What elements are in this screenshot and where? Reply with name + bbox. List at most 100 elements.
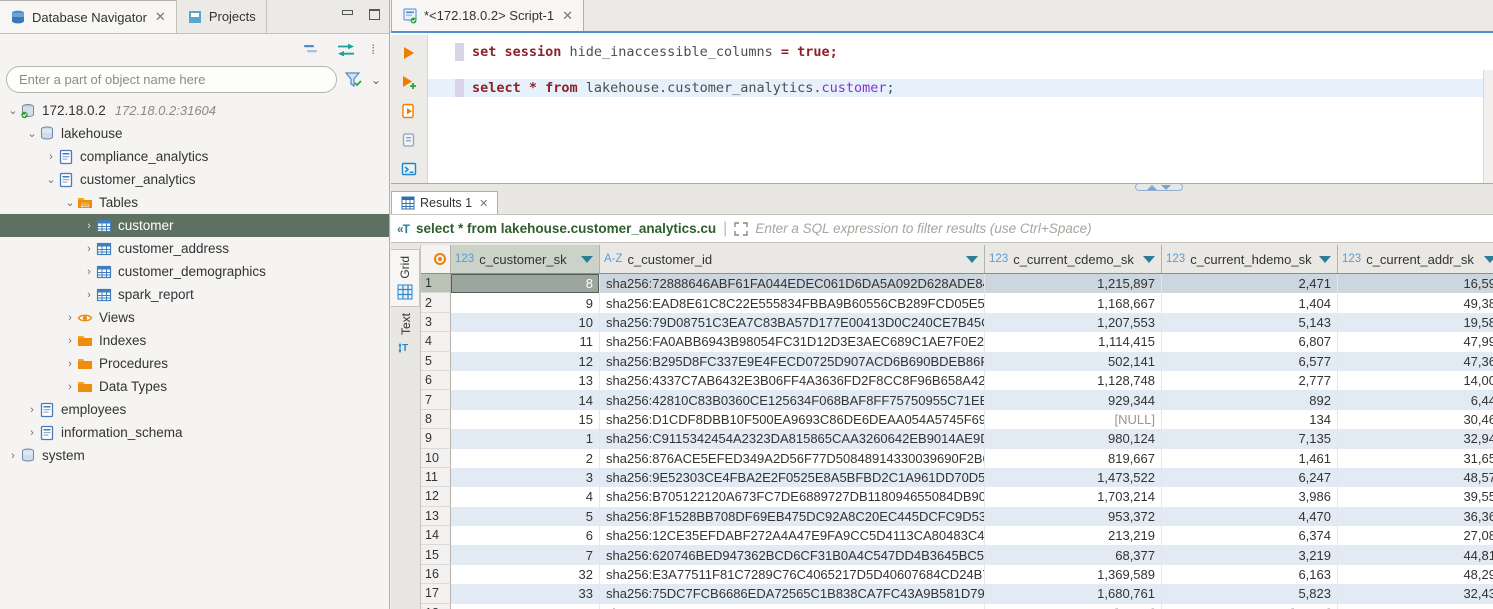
- cell-c_current_addr_sk[interactable]: 48,29: [1338, 565, 1493, 584]
- results-filter-bar[interactable]: «T select * from lakehouse.customer_anal…: [391, 214, 1493, 243]
- row-number[interactable]: 17: [421, 584, 451, 603]
- table-row[interactable]: 815sha256:D1CDF8DBB10F500EA9693C86DE6DEA…: [421, 410, 1493, 429]
- table-row[interactable]: 102sha256:876ACE5EFED349A2D56F77D5084891…: [421, 449, 1493, 468]
- cell-c_customer_sk[interactable]: 9: [451, 293, 600, 312]
- row-number[interactable]: 4: [421, 332, 451, 351]
- tree-item-employees[interactable]: ›employees: [0, 398, 389, 421]
- cell-c_current_addr_sk[interactable]: 44,81: [1338, 545, 1493, 564]
- tree-item-system[interactable]: ›system: [0, 444, 389, 467]
- row-number[interactable]: 6: [421, 371, 451, 390]
- table-row[interactable]: 613sha256:4337C7AB6432E3B06FF4A3636FD2F8…: [421, 371, 1493, 390]
- tree-item-compliance-analytics[interactable]: ›compliance_analytics: [0, 145, 389, 168]
- cell-c_current_addr_sk[interactable]: 48,57: [1338, 468, 1493, 487]
- cell-c_current_cdemo_sk[interactable]: 1,128,748: [985, 371, 1162, 390]
- cell-c_customer_sk[interactable]: 8: [451, 274, 600, 293]
- tab-grid-view[interactable]: Grid: [391, 249, 420, 307]
- column-header-c_current_addr_sk[interactable]: 123c_current_addr_sk: [1338, 245, 1493, 273]
- chevron-right-icon[interactable]: ›: [6, 450, 20, 462]
- cell-c_customer_id[interactable]: sha256:B295D8FC337E9E4FECD0725D907ACD6B6…: [600, 352, 985, 371]
- chevron-right-icon[interactable]: ›: [63, 312, 77, 324]
- close-icon[interactable]: ✕: [562, 8, 573, 24]
- row-number[interactable]: 1: [421, 274, 451, 293]
- cell-c_current_cdemo_sk[interactable]: 502,141: [985, 352, 1162, 371]
- cell-c_customer_sk[interactable]: 4: [451, 487, 600, 506]
- cell-c_current_cdemo_sk[interactable]: 1,473,522: [985, 468, 1162, 487]
- cell-c_current_addr_sk[interactable]: 47,99: [1338, 332, 1493, 351]
- cell-c_current_cdemo_sk[interactable]: 980,124: [985, 429, 1162, 448]
- tree-item-spark-report[interactable]: ›spark_report: [0, 283, 389, 306]
- cell-c_customer_sk[interactable]: 11: [451, 332, 600, 351]
- chevron-down-icon[interactable]: ⌄: [25, 127, 39, 140]
- cell-c_current_hdemo_sk[interactable]: 6,577: [1162, 352, 1338, 371]
- tree-item-customer-demographics[interactable]: ›customer_demographics: [0, 260, 389, 283]
- row-number[interactable]: 8: [421, 410, 451, 429]
- table-row[interactable]: 512sha256:B295D8FC337E9E4FECD0725D907ACD…: [421, 352, 1493, 371]
- collapse-all-icon[interactable]: [303, 42, 321, 56]
- cell-c_current_cdemo_sk[interactable]: 1,168,667: [985, 293, 1162, 312]
- sql-console-icon[interactable]: [401, 161, 417, 177]
- tree-item-customer[interactable]: ›customer: [0, 214, 389, 237]
- cell-c_customer_sk[interactable]: 6: [451, 526, 600, 545]
- maximize-icon[interactable]: [368, 8, 381, 21]
- cell-c_current_addr_sk[interactable]: 19,58: [1338, 313, 1493, 332]
- cell-c_current_cdemo_sk[interactable]: 68,377: [985, 545, 1162, 564]
- cell-c_current_hdemo_sk[interactable]: 2,777: [1162, 371, 1338, 390]
- cell-c_current_hdemo_sk[interactable]: 1,404: [1162, 293, 1338, 312]
- execute-script-icon[interactable]: [401, 103, 417, 119]
- cell-c_customer_id[interactable]: sha256:D1CDF8DBB10F500EA9693C86DE6DEAA05…: [600, 410, 985, 429]
- cell-c_current_addr_sk[interactable]: 30,46: [1338, 410, 1493, 429]
- link-with-editor-icon[interactable]: [337, 42, 355, 56]
- tree-item-indexes[interactable]: ›Indexes: [0, 329, 389, 352]
- row-number[interactable]: 15: [421, 545, 451, 564]
- column-filter-arrow-icon[interactable]: [1143, 256, 1155, 263]
- cell-c_customer_id[interactable]: sha256:72888646ABF61FA044EDEC061D6DA5A09…: [600, 274, 985, 293]
- tree-item-lakehouse[interactable]: ⌄lakehouse: [0, 122, 389, 145]
- explain-plan-icon[interactable]: [401, 132, 417, 148]
- cell-c_customer_id[interactable]: sha256:620746BED947362BCD6CF31B0A4C547DD…: [600, 545, 985, 564]
- column-filter-arrow-icon[interactable]: [581, 256, 593, 263]
- cell-c_current_cdemo_sk[interactable]: 1,680,761: [985, 584, 1162, 603]
- cell-c_customer_id[interactable]: sha256:4337C7AB6432E3B06FF4A3636FD2F8CC8…: [600, 371, 985, 390]
- splitter-collapse-control[interactable]: [1135, 183, 1183, 191]
- column-header-c_customer_id[interactable]: A-Zc_customer_id: [600, 245, 985, 273]
- result-grid[interactable]: 123c_customer_skA-Zc_customer_id123c_cur…: [421, 245, 1493, 609]
- object-filter-input[interactable]: [6, 66, 337, 93]
- collapse-up-icon[interactable]: [1147, 185, 1157, 190]
- cell-c_current_addr_sk[interactable]: 31,65: [1338, 449, 1493, 468]
- row-number[interactable]: 13: [421, 507, 451, 526]
- cell-c_current_cdemo_sk[interactable]: [NULL]: [985, 604, 1162, 609]
- table-row[interactable]: 91sha256:C9115342454A2323DA815865CAA3260…: [421, 429, 1493, 448]
- chevron-right-icon[interactable]: ›: [44, 151, 58, 163]
- cell-c_customer_sk[interactable]: 3: [451, 468, 600, 487]
- cell-c_customer_id[interactable]: sha256:79D08751C3EA7C83BA57D177E00413D0C…: [600, 313, 985, 332]
- code-line[interactable]: [428, 61, 1493, 79]
- table-row[interactable]: 411sha256:FA0ABB6943B98054FC31D12D3E3AEC…: [421, 332, 1493, 351]
- table-row[interactable]: 1632sha256:E3A77511F81C7289C76C4065217D5…: [421, 565, 1493, 584]
- tree-item-tables[interactable]: ⌄Tables: [0, 191, 389, 214]
- chevron-right-icon[interactable]: ›: [25, 404, 39, 416]
- table-row[interactable]: 146sha256:12CE35EFDABF272A4A47E9FA9CC5D4…: [421, 526, 1493, 545]
- row-number[interactable]: 14: [421, 526, 451, 545]
- code-area[interactable]: set session hide_inaccessible_columns = …: [428, 35, 1493, 183]
- row-number[interactable]: 10: [421, 449, 451, 468]
- row-number[interactable]: 3: [421, 313, 451, 332]
- chevron-right-icon[interactable]: ›: [82, 266, 96, 278]
- cell-c_current_addr_sk[interactable]: 6,44: [1338, 390, 1493, 409]
- row-number[interactable]: 5: [421, 352, 451, 371]
- editor-vertical-scrollbar[interactable]: [1483, 70, 1493, 183]
- chevron-right-icon[interactable]: ›: [82, 220, 96, 232]
- cell-c_customer_id[interactable]: sha256:E3A77511F81C7289C76C4065217D5D406…: [600, 565, 985, 584]
- table-row[interactable]: 157sha256:620746BED947362BCD6CF31B0A4C54…: [421, 545, 1493, 564]
- cell-c_customer_sk[interactable]: 13: [451, 371, 600, 390]
- cell-c_customer_id[interactable]: sha256:8F1528BB708DF69EB475DC92A8C20EC44…: [600, 507, 985, 526]
- cell-c_current_hdemo_sk[interactable]: 6,807: [1162, 332, 1338, 351]
- chevron-down-icon[interactable]: ⌄: [6, 104, 20, 117]
- table-row[interactable]: 135sha256:8F1528BB708DF69EB475DC92A8C20E…: [421, 507, 1493, 526]
- cell-c_current_hdemo_sk[interactable]: 1,461: [1162, 449, 1338, 468]
- chevron-right-icon[interactable]: ›: [25, 427, 39, 439]
- execute-new-tab-icon[interactable]: [401, 74, 417, 90]
- cell-c_current_cdemo_sk[interactable]: 819,667: [985, 449, 1162, 468]
- cell-c_current_cdemo_sk[interactable]: 953,372: [985, 507, 1162, 526]
- cell-c_current_hdemo_sk[interactable]: 6,247: [1162, 468, 1338, 487]
- table-row[interactable]: 714sha256:42810C83B0360CE125634F068BAF8F…: [421, 390, 1493, 409]
